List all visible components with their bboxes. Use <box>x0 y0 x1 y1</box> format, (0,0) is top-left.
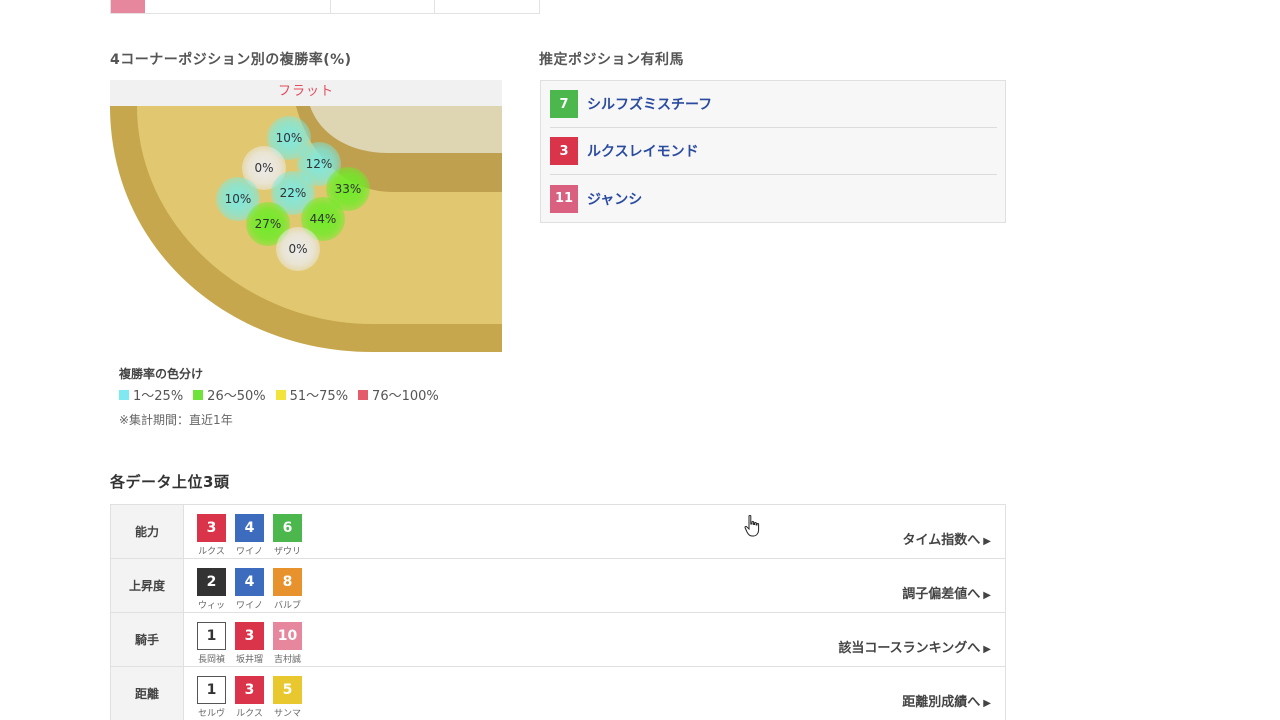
arrow-right-icon: ▶ <box>983 644 991 655</box>
horse-entry[interactable]: 3 坂井瑠 <box>235 622 264 666</box>
horse-entry[interactable]: 5 サンマ <box>273 676 302 720</box>
heat-point: 0% <box>276 227 320 271</box>
horse-name-link[interactable]: ジャンシ <box>587 189 642 209</box>
horse-short-name: ワイノ <box>235 547 263 557</box>
horse-number-badge: 3 <box>197 514 226 542</box>
table-row: 騎手 1 長岡禎 3 坂井瑠 10 吉村誠 該当コースランキングへ ▶ <box>111 613 1005 667</box>
legend-item: 76〜100% <box>358 385 439 404</box>
horse-number-badge: 4 <box>235 514 264 542</box>
table-row: 距離 1 セルヴ 3 ルクス 5 サンマ 距離別成績へ ▶ <box>111 667 1005 720</box>
horse-entry[interactable]: 4 ワイノ <box>235 568 264 612</box>
legend-item: 51〜75% <box>275 385 348 404</box>
legend-title: 複勝率の色分け <box>119 367 204 381</box>
horse-short-name: ワイノ <box>235 601 263 611</box>
distance-results-link[interactable]: 距離別成績へ ▶ <box>902 691 991 710</box>
row-cell <box>145 0 331 13</box>
arrow-right-icon: ▶ <box>983 698 991 709</box>
table-row: 能力 3 ルクス 4 ワイノ 6 ザウリ タイム指数へ ▶ <box>111 505 1005 559</box>
row-cell <box>331 0 435 13</box>
course-section-title: 4コーナーポジション別の複勝率(%) <box>110 52 352 68</box>
legend-item: 1〜25% <box>119 385 183 404</box>
horse-number-badge: 2 <box>197 568 226 596</box>
legend-item: 26〜50% <box>193 385 266 404</box>
legend-swatch <box>193 389 204 400</box>
horse-short-name: セルヴ <box>197 709 225 719</box>
horse-name-link[interactable]: ルクスレイモンド <box>587 141 699 161</box>
horse-number-badge: 6 <box>273 514 302 542</box>
horse-entry[interactable]: 3 ルクス <box>197 514 226 558</box>
horse-entry[interactable]: 3 ルクス <box>235 676 264 720</box>
horse-number-badge: 10 <box>273 622 302 650</box>
condition-deviation-link[interactable]: 調子偏差値へ ▶ <box>902 583 991 602</box>
horse-name-link[interactable]: シルフズミスチーフ <box>587 94 712 114</box>
list-item[interactable]: 11 ジャンシ <box>550 175 997 222</box>
horse-short-name: 坂井瑠 <box>235 655 263 665</box>
arrow-right-icon: ▶ <box>983 590 991 601</box>
horse-short-name: ルクス <box>236 709 263 719</box>
horse-short-name: ザウリ <box>273 547 301 557</box>
horse-entry[interactable]: 10 吉村誠 <box>273 622 302 666</box>
horse-number-badge: 5 <box>273 676 302 704</box>
previous-table-row <box>110 0 540 14</box>
row-label: 上昇度 <box>111 559 184 612</box>
arrow-right-icon: ▶ <box>983 536 991 547</box>
horse-short-name: 吉村誠 <box>273 655 301 665</box>
horse-short-name: 長岡禎 <box>197 655 225 665</box>
horse-number-badge: 3 <box>235 676 264 704</box>
horse-entry[interactable]: 4 ワイノ <box>235 514 264 558</box>
row-label: 距離 <box>111 667 184 720</box>
horse-number-badge: 8 <box>273 568 302 596</box>
ranking-section-title: 各データ上位3頭 <box>110 473 230 491</box>
horse-number-badge: 1 <box>197 622 226 650</box>
horse-number-badge: 1 <box>197 676 226 704</box>
time-index-link[interactable]: タイム指数へ ▶ <box>903 529 991 548</box>
ranking-table: 能力 3 ルクス 4 ワイノ 6 ザウリ タイム指数へ ▶ 上昇度 2 ウィッ 4 ワイノ … <box>110 504 1006 720</box>
color-legend: 1〜25% 26〜50% 51〜75% 76〜100% <box>119 385 439 404</box>
horse-entry[interactable]: 1 セルヴ <box>197 676 226 720</box>
horse-entry[interactable]: 6 ザウリ <box>273 514 302 558</box>
horse-short-name: バルブ <box>273 601 301 611</box>
row-label: 能力 <box>111 505 184 558</box>
row-color-cell <box>111 0 145 13</box>
horse-number-badge: 7 <box>550 90 578 118</box>
legend-swatch <box>119 389 129 400</box>
period-note: ※集計期間：直近1年 <box>119 413 233 427</box>
course-ranking-link[interactable]: 該当コースランキングへ ▶ <box>838 637 991 656</box>
recommended-horses-list: 7 シルフズミスチーフ 3 ルクスレイモンド 11 ジャンシ <box>540 80 1006 223</box>
horse-short-name: ルクス <box>198 547 225 557</box>
legend-swatch <box>275 389 286 400</box>
track-condition-label: フラット <box>110 80 502 106</box>
horse-short-name: ウィッ <box>197 601 225 611</box>
horse-entry[interactable]: 1 長岡禎 <box>197 622 226 666</box>
horse-number-badge: 4 <box>235 568 264 596</box>
legend-swatch <box>358 389 369 400</box>
horse-entry[interactable]: 8 バルブ <box>273 568 302 612</box>
horse-number-badge: 3 <box>550 137 578 165</box>
table-row: 上昇度 2 ウィッ 4 ワイノ 8 バルブ 調子偏差値へ ▶ <box>111 559 1005 613</box>
corner-position-map: フラット 10% 12% 0% 22% 33% 10% 44% 27% 0% <box>110 80 502 352</box>
horse-entry[interactable]: 2 ウィッ <box>197 568 226 612</box>
list-item[interactable]: 3 ルクスレイモンド <box>550 128 997 175</box>
hand-pointer-icon <box>744 515 760 541</box>
horse-number-badge: 3 <box>235 622 264 650</box>
horse-number-badge: 11 <box>550 184 578 213</box>
recommend-section-title: 推定ポジション有利馬 <box>539 52 684 68</box>
list-item[interactable]: 7 シルフズミスチーフ <box>550 81 997 128</box>
row-label: 騎手 <box>111 613 184 666</box>
horse-short-name: サンマ <box>273 709 301 719</box>
